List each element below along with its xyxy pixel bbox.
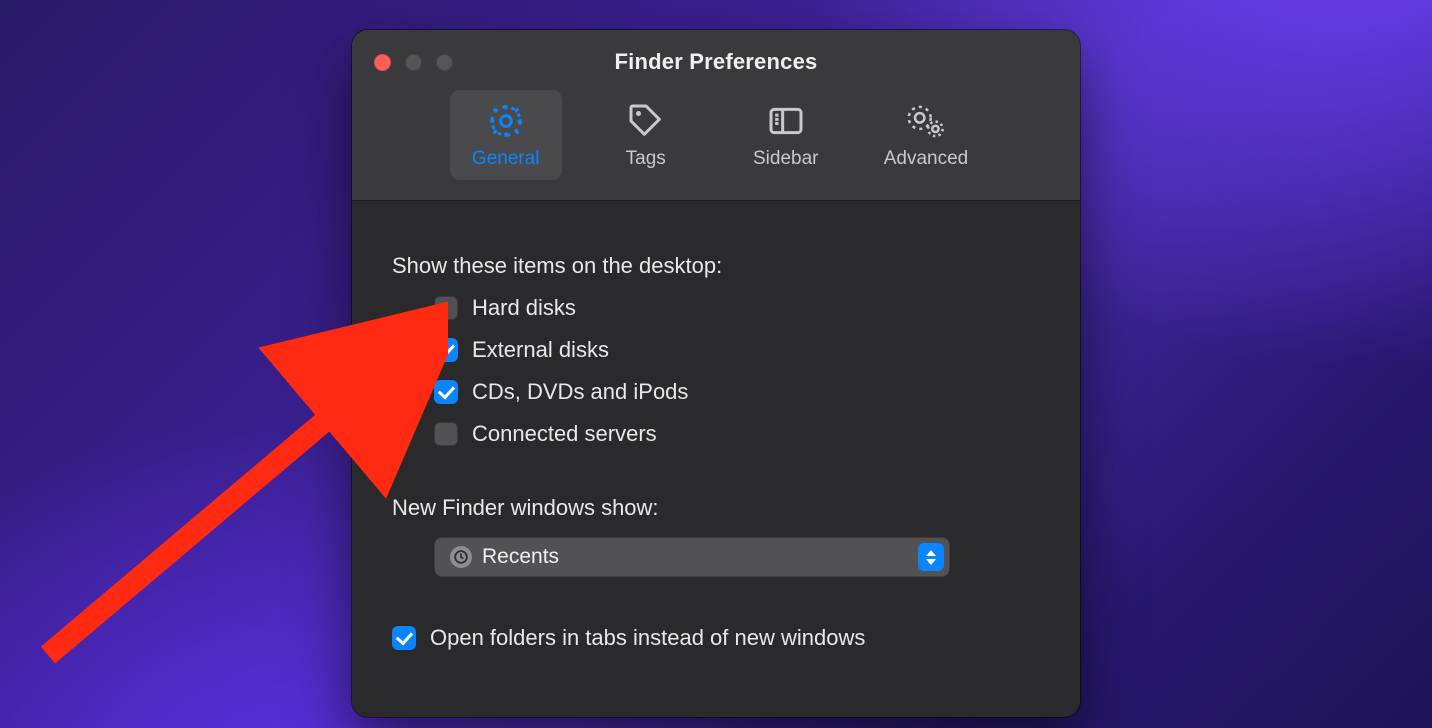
chevron-up-down-icon xyxy=(918,543,944,571)
label-open-in-tabs: Open folders in tabs instead of new wind… xyxy=(430,625,865,651)
new-windows-dropdown[interactable]: Recents xyxy=(434,537,950,577)
checkbox-row-connected-servers[interactable]: Connected servers xyxy=(434,421,1040,447)
tab-sidebar-label: Sidebar xyxy=(753,148,819,170)
label-connected-servers: Connected servers xyxy=(472,421,657,447)
zoom-window-button[interactable] xyxy=(436,54,453,71)
tag-icon xyxy=(626,98,666,144)
tab-sidebar[interactable]: Sidebar xyxy=(730,90,842,180)
gear-icon xyxy=(486,98,526,144)
checkbox-row-external-disks[interactable]: External disks xyxy=(434,337,1040,363)
desktop-items-list: Hard disks External disks CDs, DVDs and … xyxy=(434,295,1040,447)
close-window-button[interactable] xyxy=(374,54,391,71)
checkbox-row-cds-dvds-ipods[interactable]: CDs, DVDs and iPods xyxy=(434,379,1040,405)
checkbox-external-disks[interactable] xyxy=(434,338,458,362)
gears-icon xyxy=(904,98,948,144)
tab-general[interactable]: General xyxy=(450,90,562,180)
sidebar-icon xyxy=(766,98,806,144)
tab-tags-label: Tags xyxy=(626,148,666,170)
new-windows-title: New Finder windows show: xyxy=(392,495,1040,521)
desktop-items-title: Show these items on the desktop: xyxy=(392,253,1040,279)
tab-advanced-label: Advanced xyxy=(884,148,969,170)
new-windows-selected: Recents xyxy=(482,545,559,569)
checkbox-open-in-tabs[interactable] xyxy=(392,626,416,650)
tab-general-label: General xyxy=(472,148,540,170)
desktop-background: Finder Preferences General xyxy=(0,0,1432,728)
checkbox-hard-disks[interactable] xyxy=(434,296,458,320)
checkbox-connected-servers[interactable] xyxy=(434,422,458,446)
checkbox-cds-dvds-ipods[interactable] xyxy=(434,380,458,404)
tab-tags[interactable]: Tags xyxy=(590,90,702,180)
label-external-disks: External disks xyxy=(472,337,609,363)
tab-advanced[interactable]: Advanced xyxy=(870,90,983,180)
minimize-window-button[interactable] xyxy=(405,54,422,71)
checkbox-row-open-in-tabs[interactable]: Open folders in tabs instead of new wind… xyxy=(392,625,1040,651)
checkbox-row-hard-disks[interactable]: Hard disks xyxy=(434,295,1040,321)
clock-icon xyxy=(450,546,472,568)
preferences-toolbar: General Tags xyxy=(352,90,1080,180)
titlebar: Finder Preferences General xyxy=(352,30,1080,201)
finder-preferences-window: Finder Preferences General xyxy=(352,30,1080,717)
traffic-lights xyxy=(374,54,453,71)
label-cds-dvds-ipods: CDs, DVDs and iPods xyxy=(472,379,688,405)
content-pane: Show these items on the desktop: Hard di… xyxy=(352,201,1080,651)
label-hard-disks: Hard disks xyxy=(472,295,576,321)
window-title: Finder Preferences xyxy=(352,30,1080,75)
